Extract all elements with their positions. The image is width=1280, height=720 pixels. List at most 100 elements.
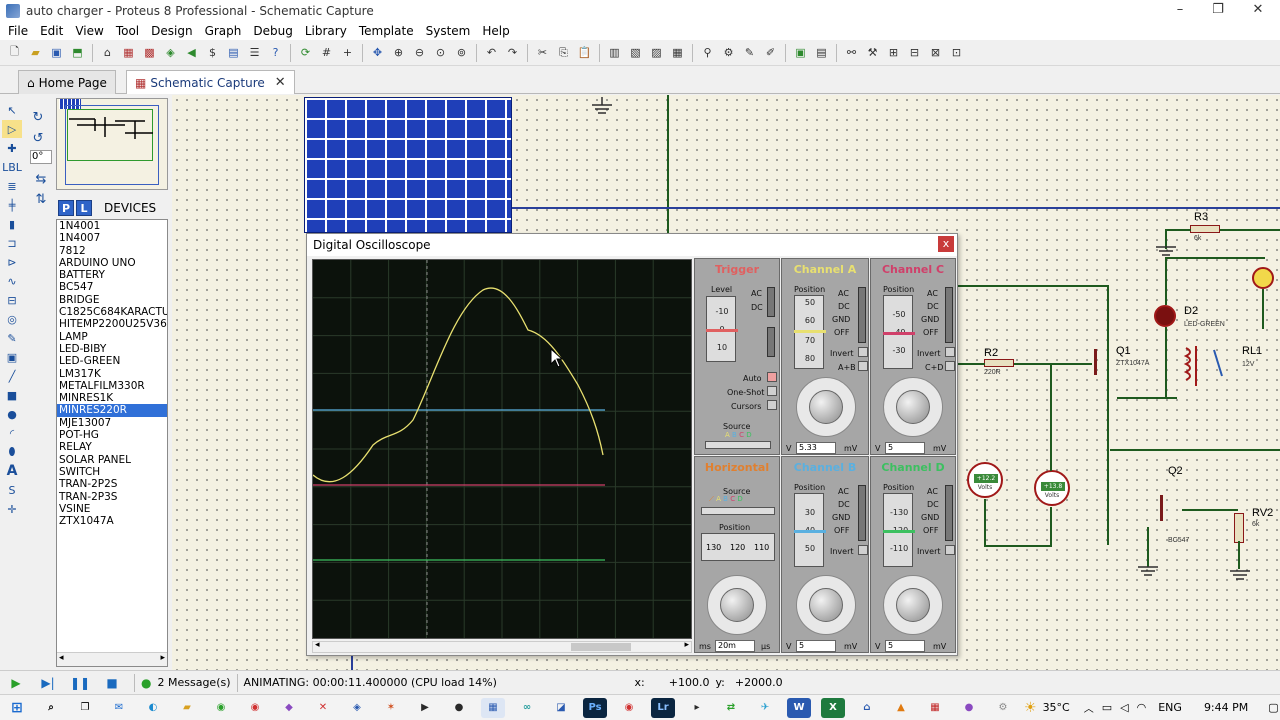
- undo-icon[interactable]: ↶: [483, 44, 501, 62]
- text-icon[interactable]: A: [2, 462, 22, 480]
- app-icon[interactable]: ▶: [413, 698, 437, 718]
- help-icon[interactable]: ?: [267, 44, 285, 62]
- menu-view[interactable]: View: [69, 24, 109, 38]
- redo-icon[interactable]: ↷: [504, 44, 522, 62]
- scrollbar-thumb[interactable]: [571, 643, 631, 651]
- component-mode-icon[interactable]: ▷: [2, 120, 22, 138]
- channel-c-position-slider[interactable]: -50 -40 -30: [883, 295, 915, 369]
- device-list-item[interactable]: BC547: [57, 281, 167, 293]
- generator-icon[interactable]: ◎: [2, 310, 22, 328]
- scroll-right-icon[interactable]: ▸: [684, 640, 689, 650]
- menu-system[interactable]: System: [420, 24, 477, 38]
- q2-transistor[interactable]: [1154, 493, 1176, 523]
- device-list-item[interactable]: ZTX1047A: [57, 515, 167, 527]
- menu-help[interactable]: Help: [476, 24, 515, 38]
- voltage-probe-icon[interactable]: ✎: [2, 329, 22, 347]
- terminals-icon[interactable]: ⊐: [2, 234, 22, 252]
- device-list-item[interactable]: LED-BIBY: [57, 343, 167, 355]
- device-list-item[interactable]: TRAN-2P3S: [57, 491, 167, 503]
- rotation-angle-field[interactable]: 0°: [30, 150, 52, 164]
- q1-transistor[interactable]: [1088, 347, 1110, 377]
- paste-icon[interactable]: 📋: [576, 44, 594, 62]
- trigger-level-slider[interactable]: -10 0 10: [706, 296, 738, 362]
- step-simulation-button[interactable]: ▶|: [38, 674, 58, 692]
- rv2-potentiometer[interactable]: [1234, 513, 1244, 543]
- channel-a-combine-button[interactable]: [858, 361, 868, 371]
- device-list-item[interactable]: HITEMP2200U25V363C: [57, 318, 167, 330]
- play-simulation-button[interactable]: ▶: [6, 674, 26, 692]
- mirror-y-icon[interactable]: ⇅: [30, 192, 52, 212]
- cut-icon[interactable]: ✂: [534, 44, 552, 62]
- graph-mode-icon[interactable]: ∿: [2, 272, 22, 290]
- property-tool-icon[interactable]: ⚒: [864, 44, 882, 62]
- tab-home-page[interactable]: ⌂ Home Page: [18, 70, 116, 94]
- goto-sheet-icon[interactable]: ⊠: [927, 44, 945, 62]
- channel-d-position-slider[interactable]: -130 -120 -110: [883, 493, 915, 567]
- channel-d-coupling-switch[interactable]: [945, 485, 953, 541]
- app-icon[interactable]: ⌂: [855, 698, 879, 718]
- horizontal-source-slider[interactable]: [701, 507, 775, 515]
- app-icon[interactable]: ∞: [515, 698, 539, 718]
- device-list-item[interactable]: 1N4001: [57, 220, 167, 232]
- block-move-icon[interactable]: ▧: [627, 44, 645, 62]
- chrome-icon-2[interactable]: ◉: [243, 698, 267, 718]
- device-list-item[interactable]: 7812: [57, 245, 167, 257]
- oscilloscope-close-button[interactable]: x: [938, 236, 954, 252]
- electrical-rules-icon[interactable]: ▤: [813, 44, 831, 62]
- pause-simulation-button[interactable]: ❚❚: [70, 674, 90, 692]
- channel-b-coupling-switch[interactable]: [858, 485, 866, 541]
- device-list-item[interactable]: BATTERY: [57, 269, 167, 281]
- grid-icon[interactable]: #: [318, 44, 336, 62]
- device-list-item[interactable]: METALFILM330R: [57, 380, 167, 392]
- menu-graph[interactable]: Graph: [199, 24, 248, 38]
- subcircuit-icon[interactable]: ▮: [2, 215, 22, 233]
- block-copy-icon[interactable]: ▥: [606, 44, 624, 62]
- decompose-icon[interactable]: ✎: [741, 44, 759, 62]
- design-explorer-icon[interactable]: ☰: [246, 44, 264, 62]
- mail-icon[interactable]: ✉: [107, 698, 131, 718]
- menu-file[interactable]: File: [2, 24, 34, 38]
- stop-simulation-button[interactable]: ■: [102, 674, 122, 692]
- lamp-component[interactable]: [1252, 267, 1274, 289]
- app-icon[interactable]: ●: [447, 698, 471, 718]
- 3d-view-icon[interactable]: ◈: [162, 44, 180, 62]
- rl1-relay[interactable]: [1168, 340, 1228, 390]
- save-icon[interactable]: ▣: [48, 44, 66, 62]
- gerber-icon[interactable]: ◀: [183, 44, 201, 62]
- proteus-taskbar-icon[interactable]: ▦: [481, 697, 505, 718]
- netlist-icon[interactable]: ▣: [792, 44, 810, 62]
- make-device-icon[interactable]: ⚙: [720, 44, 738, 62]
- symbol-icon[interactable]: S: [2, 481, 22, 499]
- trigger-edge-switch[interactable]: [767, 327, 775, 357]
- clock[interactable]: 9:44 PM: [1204, 701, 1248, 714]
- device-list-scrollbar[interactable]: ◂ ▸: [57, 652, 167, 666]
- open-folder-icon[interactable]: ▰: [27, 44, 45, 62]
- delete-sheet-icon[interactable]: ⊟: [906, 44, 924, 62]
- library-manager-button[interactable]: L: [76, 200, 92, 216]
- mirror-x-icon[interactable]: ⇆: [30, 172, 52, 192]
- device-list-item[interactable]: VSINE: [57, 503, 167, 515]
- menu-tool[interactable]: Tool: [110, 24, 145, 38]
- source-code-icon[interactable]: ▤: [225, 44, 243, 62]
- network-icon[interactable]: ▭: [1102, 701, 1112, 714]
- scroll-left-icon[interactable]: ◂: [315, 640, 320, 650]
- box-icon[interactable]: ■: [2, 386, 22, 404]
- pick-device-icon[interactable]: ⚲: [699, 44, 717, 62]
- app-icon[interactable]: ⇄: [719, 698, 743, 718]
- excel-icon[interactable]: X: [821, 697, 845, 718]
- zoom-in-icon[interactable]: ⊕: [390, 44, 408, 62]
- device-list[interactable]: 1N4001 1N4007 7812 ARDUINO UNO BATTERY BC547 B…: [56, 219, 168, 667]
- zoom-all-icon[interactable]: ⊙: [432, 44, 450, 62]
- export-icon[interactable]: ⊡: [948, 44, 966, 62]
- close-button[interactable]: ✕: [1238, 0, 1278, 22]
- marker-icon[interactable]: ✛: [2, 500, 22, 518]
- origin-icon[interactable]: +: [339, 44, 357, 62]
- selection-mode-icon[interactable]: ↖: [2, 101, 22, 119]
- app-icon[interactable]: ✈: [753, 698, 777, 718]
- copy-icon[interactable]: ⎘: [555, 44, 573, 62]
- channel-a-invert-button[interactable]: [858, 347, 868, 357]
- scroll-left-icon[interactable]: ◂: [59, 653, 64, 663]
- bom-icon[interactable]: $: [204, 44, 222, 62]
- horizontal-timebase-knob[interactable]: [707, 575, 767, 635]
- arc-icon[interactable]: ◜: [2, 424, 22, 442]
